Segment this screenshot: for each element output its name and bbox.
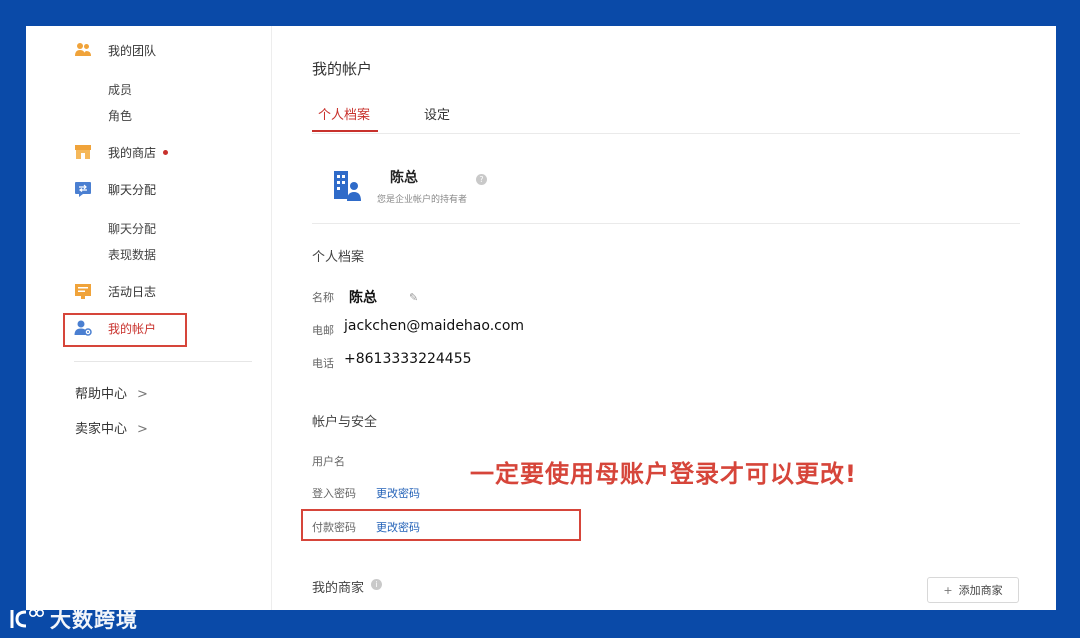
chat-assign-icon — [75, 182, 91, 197]
seller-center-link[interactable]: 卖家中心 > — [75, 418, 148, 437]
annotation-text: 一定要使用母账户登录才可以更改! — [470, 460, 857, 488]
name-label: 名称 — [312, 291, 334, 304]
sidebar-subitem-members[interactable]: 成员 — [108, 81, 132, 98]
notification-dot — [163, 150, 168, 155]
sidebar-subitem-chat-assign[interactable]: 聊天分配 — [108, 220, 156, 237]
merchants-section-title: 我的商家 — [312, 581, 365, 596]
profile-section-title: 个人档案 — [312, 250, 365, 265]
watermark-text: 大数跨境 — [50, 608, 138, 632]
sidebar: 我的团队 成员 角色 我的商店 聊天分配 聊天分配 表现数据 活动日志 我的帐户… — [26, 26, 271, 610]
help-icon[interactable]: ? — [476, 174, 487, 185]
plus-icon: + — [943, 583, 953, 597]
annotation-highlight-my-account — [63, 313, 187, 347]
seller-center-label: 卖家中心 — [75, 422, 128, 437]
sidebar-item-label: 我的商店 — [108, 145, 157, 160]
app-window: 我的团队 成员 角色 我的商店 聊天分配 聊天分配 表现数据 活动日志 我的帐户… — [26, 26, 1056, 610]
tab-profile[interactable]: 个人档案 — [318, 104, 370, 123]
tab-settings[interactable]: 设定 — [424, 104, 450, 123]
section-divider — [312, 223, 1020, 224]
watermark-logo-icon — [10, 608, 44, 628]
sidebar-divider — [74, 361, 252, 362]
watermark: 大数跨境 — [8, 604, 138, 634]
help-center-label: 帮助中心 — [75, 387, 128, 402]
add-merchant-button[interactable]: + 添加商家 — [927, 577, 1019, 603]
sidebar-subitem-performance[interactable]: 表现数据 — [108, 246, 156, 263]
username-label: 用户名 — [312, 455, 345, 468]
help-center-link[interactable]: 帮助中心 > — [75, 383, 148, 402]
edit-icon[interactable]: ✎ — [409, 291, 418, 304]
owner-name: 陈总 — [390, 170, 418, 186]
add-merchant-label: 添加商家 — [958, 584, 1003, 597]
chevron-right-icon: > — [137, 422, 148, 437]
sidebar-item-label: 活动日志 — [108, 284, 157, 299]
login-password-label: 登入密码 — [312, 487, 356, 500]
enterprise-owner-icon — [334, 171, 361, 201]
activity-log-icon — [75, 284, 91, 299]
annotation-highlight-payment-password — [301, 509, 581, 541]
phone-label: 电话 — [312, 357, 334, 370]
owner-description: 您是企业帐户的持有者 — [377, 195, 468, 205]
security-section-title: 帐户与安全 — [312, 415, 378, 430]
chevron-right-icon: > — [137, 387, 148, 402]
change-login-password-link[interactable]: 更改密码 — [376, 485, 420, 501]
info-icon[interactable]: i — [371, 579, 382, 590]
phone-value: +8613333224455 — [344, 351, 472, 367]
email-value: jackchen@maidehao.com — [344, 318, 525, 334]
email-label: 电邮 — [312, 324, 334, 337]
name-value: 陈总 — [349, 290, 377, 306]
active-tab-indicator — [312, 130, 378, 132]
sidebar-subitem-roles[interactable]: 角色 — [108, 107, 132, 124]
store-icon — [75, 145, 91, 159]
main-content: 我的帐户 个人档案 设定 陈总 ? 您是企业帐户的持有者 个人档案 名称 陈总 … — [272, 26, 1056, 610]
sidebar-item-label: 聊天分配 — [108, 182, 157, 197]
sidebar-item-label: 我的团队 — [108, 43, 157, 58]
tabs-divider — [312, 133, 1020, 134]
team-icon — [75, 43, 91, 56]
page-title: 我的帐户 — [312, 60, 373, 78]
